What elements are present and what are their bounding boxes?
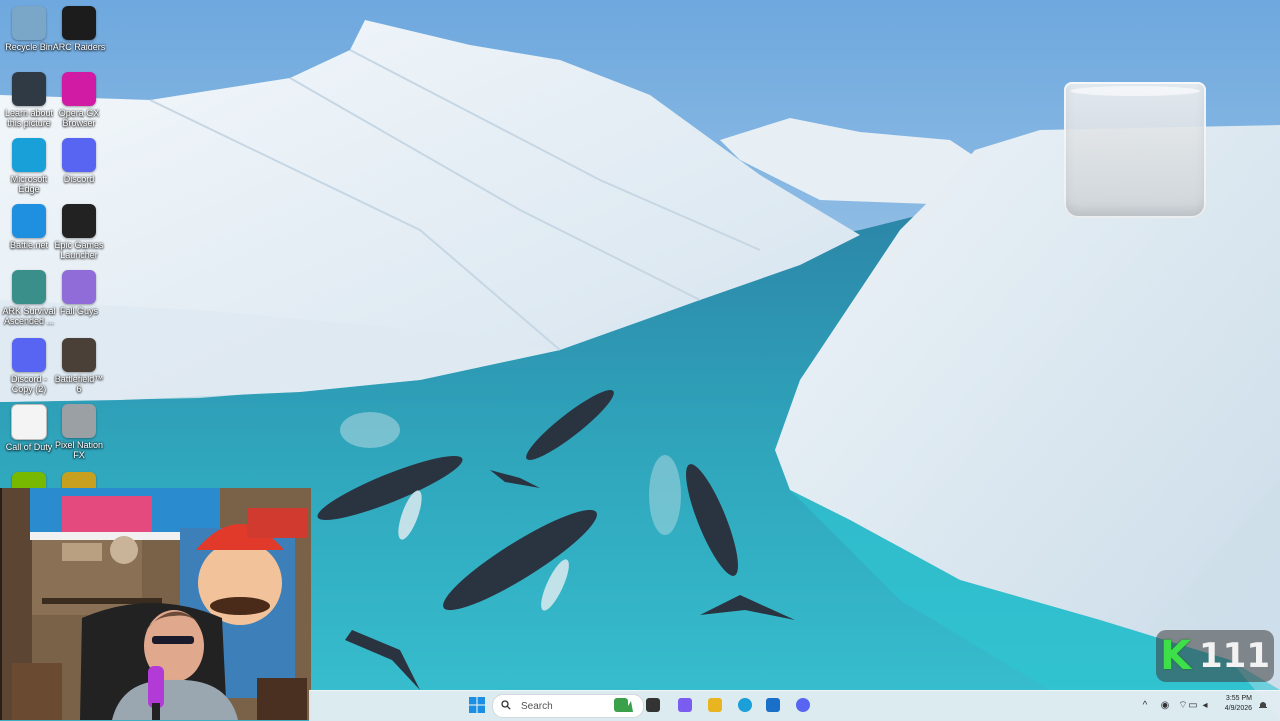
discord-icon: [12, 338, 46, 372]
recycle-bin-icon: [12, 6, 46, 40]
webcam-overlay: [0, 488, 311, 720]
copilot-icon[interactable]: [674, 694, 696, 716]
desktop-icon[interactable]: Fall Guys: [52, 270, 106, 316]
desktop-icon[interactable]: Opera GX Browser: [52, 72, 106, 128]
desktop-icon-label: ARC Raiders: [52, 42, 106, 52]
battlenet-icon: [12, 204, 46, 238]
widgets-icon[interactable]: [610, 694, 632, 716]
task-view-icon[interactable]: [642, 694, 664, 716]
notification-bell-icon[interactable]: [1256, 696, 1270, 714]
desktop-icon-label: Fall Guys: [59, 306, 98, 316]
desktop-icon-label: Microsoft Edge: [10, 174, 48, 194]
desktop-icon[interactable]: ARK Survival Ascended ...: [2, 270, 56, 326]
desktop-icon[interactable]: Battle.net: [2, 204, 56, 250]
desktop-icon-label: Battlefield™ 6: [54, 374, 104, 394]
desktop-icon[interactable]: Recycle Bin: [2, 6, 56, 52]
desktop-icon[interactable]: Microsoft Edge: [2, 138, 56, 194]
desktop-icon[interactable]: Discord - Copy (2): [2, 338, 56, 394]
desktop-icon-label: Epic Games Launcher: [54, 240, 104, 260]
desktop-icon[interactable]: Discord: [52, 138, 106, 184]
kill-counter-badge: K 111: [1156, 630, 1274, 682]
discord-icon: [62, 138, 96, 172]
desktop-icon[interactable]: Epic Games Launcher: [52, 204, 106, 260]
camera-icon: [12, 72, 46, 106]
opera-gx-icon: [62, 72, 96, 106]
desktop-icon[interactable]: Learn about this picture: [2, 72, 56, 128]
edge-icon[interactable]: [734, 694, 756, 716]
desktop-icon[interactable]: Pixel Nation FX: [52, 404, 106, 460]
desktop-icon-label: Battle.net: [9, 240, 49, 250]
search-icon: [501, 697, 519, 715]
show-hidden-icons-chevron[interactable]: ^: [1138, 696, 1152, 714]
arc-raiders-icon: [62, 6, 96, 40]
edge-icon: [12, 138, 46, 172]
glass-cup-widget[interactable]: [1064, 82, 1206, 218]
clock-time: 3:55 PM: [1225, 695, 1252, 702]
desktop-icon-label: Discord - Copy (2): [10, 374, 47, 394]
desktop-icon-label: Opera GX Browser: [58, 108, 100, 128]
microsoft-store-icon[interactable]: [762, 694, 784, 716]
desktop-icon[interactable]: Battlefield™ 6: [52, 338, 106, 394]
desktop-icon[interactable]: ARC Raiders: [52, 6, 106, 52]
epic-games-icon: [62, 204, 96, 238]
desktop-icon-label: Pixel Nation FX: [54, 440, 104, 460]
desktop-icon-label: ARK Survival Ascended ...: [2, 306, 56, 326]
desktop-icon-label: Call of Duty: [5, 442, 53, 452]
kill-counter-letter: K: [1160, 633, 1191, 679]
desktop-icon-label: Recycle Bin: [5, 42, 53, 52]
windows-start-icon[interactable]: [466, 694, 488, 716]
glass-rim: [1070, 86, 1200, 96]
desktop-icon-label: Learn about this picture: [4, 108, 54, 128]
volume-icon[interactable]: ◂: [1198, 696, 1212, 714]
taskbar-clock[interactable]: 3:55 PM 4/9/2026: [1212, 694, 1252, 714]
discord-icon[interactable]: [792, 694, 814, 716]
kill-counter-value: 111: [1199, 636, 1270, 676]
ark-icon: [12, 270, 46, 304]
search-placeholder: Search: [521, 700, 553, 712]
desktop-icon-label: Discord: [63, 174, 95, 184]
desktop-icon[interactable]: Call of Duty: [2, 404, 56, 452]
network-icon[interactable]: ◉: [1158, 696, 1172, 714]
battlefield-icon: [62, 338, 96, 372]
clock-date: 4/9/2026: [1224, 705, 1252, 712]
cube-icon: [62, 404, 96, 438]
document-icon: [11, 404, 47, 440]
file-explorer-icon[interactable]: [704, 694, 726, 716]
fall-guys-icon: [62, 270, 96, 304]
